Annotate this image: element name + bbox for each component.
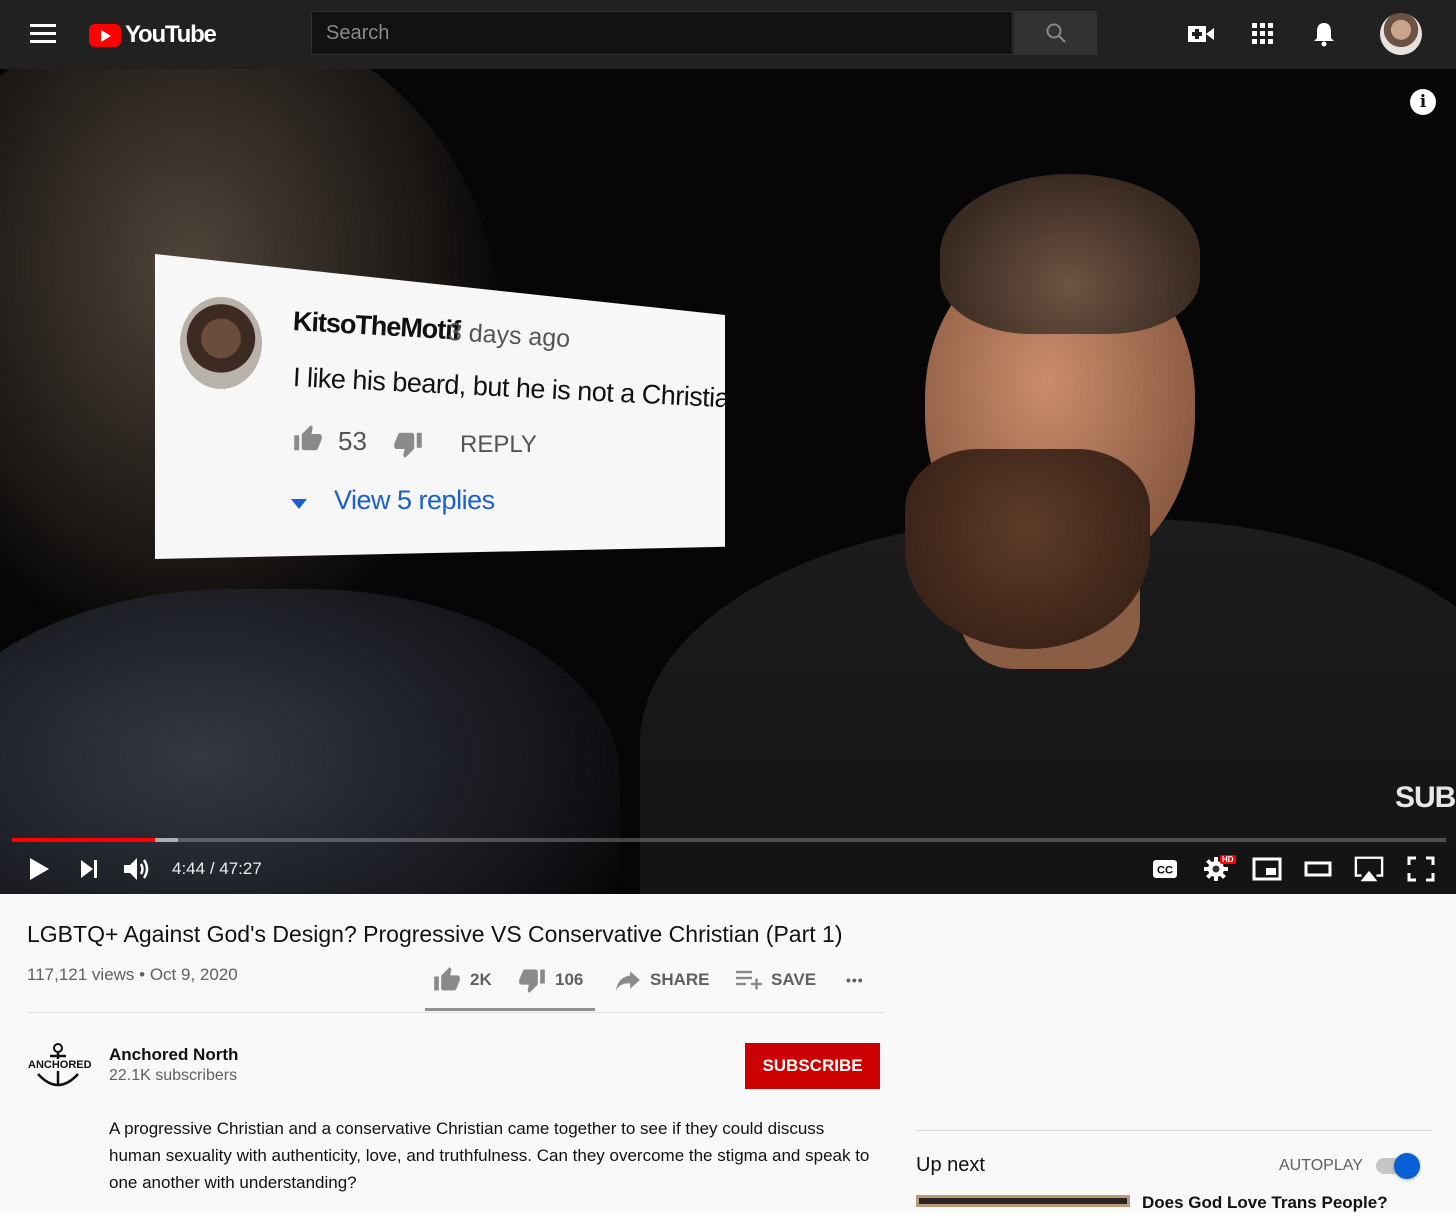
play-button[interactable] [24,854,54,884]
dislike-button[interactable]: 106 [517,965,583,995]
thumbs-down-icon [519,969,545,993]
more-actions-button[interactable]: ••• [846,965,864,995]
view-meta: 117,121 views • Oct 9, 2020 [27,965,238,985]
channel-logo-text: ANCHORED [28,1059,92,1071]
thumbs-up-icon [294,425,322,451]
up-next-heading: Up next [916,1154,985,1176]
subscriber-count: 22.1K subscribers [109,1067,238,1084]
svg-text:CC: CC [1157,865,1173,877]
info-icon[interactable]: i [1410,89,1436,115]
search-input[interactable] [312,12,1012,54]
like-button[interactable]: 2K [432,965,492,995]
notifications-icon[interactable] [1310,20,1338,48]
captions-button[interactable]: CC [1150,854,1180,884]
sentiment-bar [425,1008,595,1011]
search-box [311,11,1013,55]
cc-icon: CC [1153,860,1177,878]
top-bar: YouTube [0,0,1456,69]
account-avatar[interactable] [1380,13,1422,55]
next-button[interactable] [74,854,104,884]
time-separator: / [205,859,220,878]
progress-played [12,838,156,842]
search-button[interactable] [1014,11,1097,55]
duration: 47:27 [219,859,262,878]
video-description: A progressive Christian and a conservati… [109,1119,870,1192]
playlist-add-icon [736,970,762,990]
airplay-button[interactable] [1354,854,1384,884]
volume-icon [124,858,149,880]
commenter-avatar [180,297,262,389]
apps-icon[interactable] [1249,20,1277,48]
comment-like-count: 53 [338,426,367,456]
save-label: SAVE [771,970,817,989]
comment-reply-label: REPLY [460,431,537,458]
menu-icon[interactable] [30,24,56,44]
miniplayer-button[interactable] [1252,854,1282,884]
video-frame-man-beard [905,449,1150,649]
view-count: 117,121 views [27,965,135,984]
progress-bar[interactable] [12,838,1446,842]
airplay-icon [1354,856,1384,882]
autoplay-toggle-knob[interactable] [1394,1153,1420,1179]
divider [27,1012,885,1013]
search-icon [1046,23,1066,43]
theater-mode-button[interactable] [1303,854,1333,884]
video-player[interactable]: i KitsoTheMotif 3 days ago I like his be… [0,69,1456,894]
recommendation-thumbnail[interactable] [916,1195,1130,1207]
create-video-icon[interactable] [1187,20,1215,48]
comment-text: I like his beard, but he is not a Christ… [292,362,752,415]
subscribe-watermark: SUB [1395,781,1456,814]
save-button[interactable]: SAVE [735,965,816,995]
fullscreen-button[interactable] [1406,854,1436,884]
play-icon [30,858,49,880]
youtube-play-icon [89,23,121,47]
next-icon [81,860,97,878]
thumbs-down-icon [394,432,422,458]
publish-date: Oct 9, 2020 [149,965,238,984]
share-label: SHARE [650,970,710,989]
time-display: 4:44 / 47:27 [172,859,262,879]
youtube-logo[interactable]: YouTube [89,20,217,50]
comment-overlay-card: KitsoTheMotif 3 days ago I like his bear… [155,254,725,559]
theater-icon [1304,861,1332,877]
current-time: 4:44 [172,859,206,878]
dislike-count: 106 [555,970,584,989]
recommendation-title[interactable]: Does God Love Trans People? [1142,1193,1388,1213]
view-replies-label: View 5 replies [334,485,495,515]
comment-time: 3 days ago [447,318,571,354]
channel-avatar[interactable]: ANCHORED [28,1040,92,1092]
miniplayer-icon [1252,857,1282,881]
channel-name[interactable]: Anchored North [109,1045,238,1065]
comment-author: KitsoTheMotif [292,306,461,346]
fullscreen-icon [1407,856,1435,882]
sidebar-divider [916,1130,1432,1131]
volume-button[interactable] [123,854,153,884]
video-title: LGBTQ+ Against God's Design? Progressive… [27,921,843,947]
expand-caret-icon [291,499,307,509]
like-count: 2K [470,970,492,989]
share-icon [616,971,640,991]
video-frame-foreground-shoulder [0,589,620,894]
more-icon: ••• [846,972,864,988]
autoplay-label: AUTOPLAY [1279,1157,1363,1174]
subscribe-button[interactable]: SUBSCRIBE [745,1043,880,1089]
logo-text: YouTube [125,21,217,48]
share-button[interactable]: SHARE [614,965,710,995]
thumbs-up-icon [434,967,460,991]
hd-badge: HD [1220,855,1236,864]
meta-dot: • [134,965,150,984]
video-frame-man-hair [940,174,1200,334]
